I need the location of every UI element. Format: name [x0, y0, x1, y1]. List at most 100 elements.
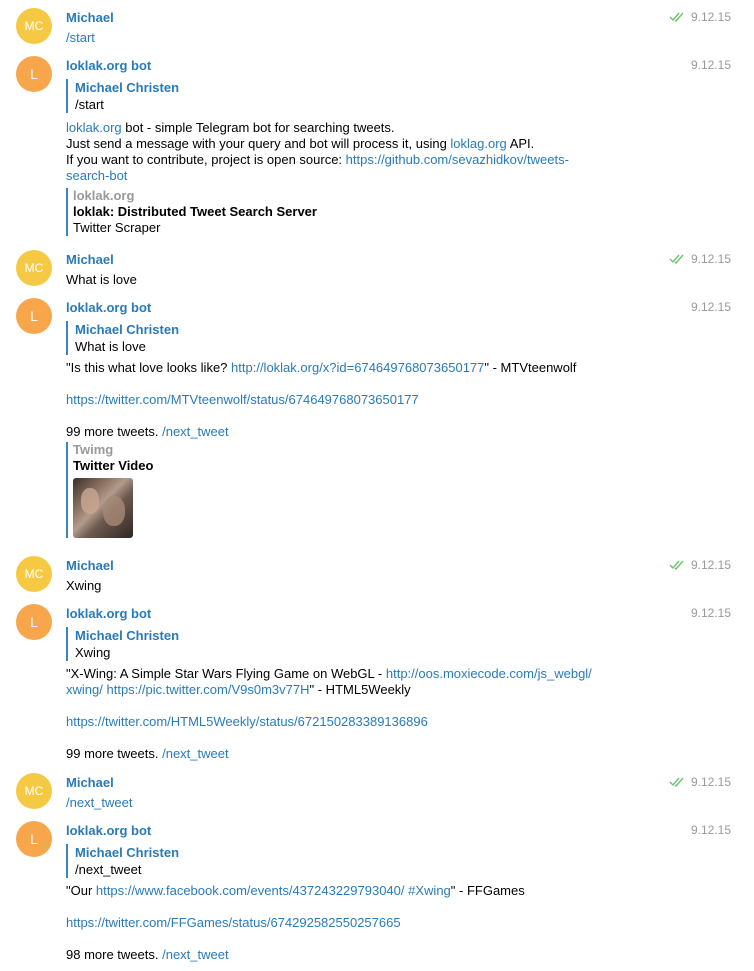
timestamp: 9.12.15	[690, 606, 731, 620]
message-text: loklak.org bot - simple Telegram bot for…	[66, 120, 626, 184]
avatar[interactable]: L	[16, 298, 52, 334]
double-check-icon	[669, 777, 684, 787]
text: 99 more tweets.	[66, 424, 163, 439]
text: " - HTML5Weekly	[309, 682, 411, 697]
message-bot-xwing: L loklak.org bot Michael Christen Xwing …	[0, 596, 754, 764]
message-bot-start: L loklak.org bot Michael Christen /start…	[0, 48, 754, 244]
reply-text: Xwing	[75, 645, 111, 660]
link[interactable]: loklag.org	[450, 136, 506, 151]
text: If you want to contribute, project is op…	[66, 152, 346, 167]
sender-name[interactable]: loklak.org bot	[66, 605, 626, 622]
sender-name[interactable]: Michael	[66, 9, 626, 26]
text: " - MTVteenwolf	[484, 360, 577, 375]
link[interactable]: https://www.facebook.com/events/43724322…	[96, 883, 405, 898]
avatar[interactable]: MC	[16, 8, 52, 44]
message-time: 9.12.15	[669, 557, 731, 573]
message-michael-xwing: MC Michael Xwing 9.12.15	[0, 548, 754, 596]
message-bot-next-tweet: L loklak.org bot Michael Christen /next_…	[0, 813, 754, 971]
reply-text: What is love	[75, 339, 146, 354]
link[interactable]: http://oos.moxiecode.com/js_webgl/	[386, 666, 592, 681]
double-check-icon	[669, 560, 684, 570]
hashtag-link[interactable]: #Xwing	[408, 883, 451, 898]
timestamp: 9.12.15	[690, 823, 731, 837]
reply-author: Michael Christen	[75, 322, 180, 337]
message-michael-what-is-love: MC Michael What is love 9.12.15	[0, 242, 754, 290]
message-michael-start: MC Michael /start 9.12.15	[0, 0, 754, 48]
sender-name[interactable]: Michael	[66, 774, 626, 791]
sender-name[interactable]: loklak.org bot	[66, 299, 626, 316]
tweet-text: "Our https://www.facebook.com/events/437…	[66, 883, 626, 899]
next-tweet-link[interactable]: /next_tweet	[162, 947, 229, 962]
message-time: 9.12.15	[669, 9, 731, 25]
reply-quote[interactable]: Michael Christen Xwing	[66, 627, 626, 661]
double-check-icon	[669, 254, 684, 264]
pic-link[interactable]: https://pic.twitter.com/V9s0m3v77H	[106, 682, 309, 697]
next-tweet-link[interactable]: /next_tweet	[162, 746, 229, 761]
text: "X-Wing: A Simple Star Wars Flying Game …	[66, 666, 386, 681]
preview-title: Twitter Video	[73, 458, 154, 473]
message-time: 9.12.15	[669, 251, 731, 267]
tweet-text: "Is this what love looks like? http://lo…	[66, 360, 626, 376]
sender-name[interactable]: Michael	[66, 251, 626, 268]
reply-author: Michael Christen	[75, 80, 180, 95]
text: 98 more tweets.	[66, 947, 163, 962]
avatar[interactable]: MC	[16, 250, 52, 286]
text: Just send a message with your query and …	[66, 136, 451, 151]
reply-author: Michael Christen	[75, 628, 180, 643]
message-time: 9.12.15	[691, 299, 731, 315]
timestamp: 9.12.15	[690, 775, 731, 789]
tweet-status-link[interactable]: https://twitter.com/MTVteenwolf/status/6…	[66, 392, 626, 408]
text: 99 more tweets.	[66, 746, 163, 761]
message-bot-what-is-love: L loklak.org bot Michael Christen What i…	[0, 290, 754, 548]
tweet-status-link[interactable]: https://twitter.com/FFGames/status/67429…	[66, 915, 626, 931]
message-time: 9.12.15	[691, 57, 731, 73]
more-tweets: 99 more tweets. /next_tweet	[66, 424, 626, 440]
sender-name[interactable]: loklak.org bot	[66, 822, 626, 839]
reply-text: /start	[75, 97, 104, 112]
message-text: What is love	[66, 272, 137, 287]
message-text: Xwing	[66, 578, 102, 593]
text: API.	[506, 136, 535, 151]
message-time: 9.12.15	[669, 774, 731, 790]
reply-text: /next_tweet	[75, 862, 142, 877]
avatar[interactable]: MC	[16, 556, 52, 592]
sender-name[interactable]: Michael	[66, 557, 626, 574]
timestamp: 9.12.15	[690, 558, 731, 572]
next-tweet-link[interactable]: /next_tweet	[162, 424, 229, 439]
text: bot - simple Telegram bot for searching …	[121, 120, 395, 135]
sender-name[interactable]: loklak.org bot	[66, 57, 626, 74]
bot-command-link[interactable]: /next_tweet	[66, 795, 626, 811]
reply-quote[interactable]: Michael Christen What is love	[66, 321, 626, 355]
tweet-text: "X-Wing: A Simple Star Wars Flying Game …	[66, 666, 626, 698]
text: "Is this what love looks like?	[66, 360, 232, 375]
message-michael-next-tweet: MC Michael /next_tweet 9.12.15	[0, 765, 754, 813]
double-check-icon	[669, 12, 684, 22]
more-tweets: 98 more tweets. /next_tweet	[66, 947, 626, 963]
timestamp: 9.12.15	[690, 10, 731, 24]
preview-source: Twimg	[73, 442, 114, 457]
preview-source: loklak.org	[73, 188, 135, 203]
avatar[interactable]: MC	[16, 773, 52, 809]
link[interactable]: loklak.org	[66, 120, 122, 135]
timestamp: 9.12.15	[690, 58, 731, 72]
timestamp: 9.12.15	[690, 252, 731, 266]
tweet-status-link[interactable]: https://twitter.com/HTML5Weekly/status/6…	[66, 714, 626, 730]
message-time: 9.12.15	[691, 605, 731, 621]
link[interactable]: http://loklak.org/x?id=67464976807365017…	[231, 360, 484, 375]
avatar[interactable]: L	[16, 821, 52, 857]
reply-quote[interactable]: Michael Christen /next_tweet	[66, 844, 626, 878]
reply-quote[interactable]: Michael Christen /start	[66, 79, 626, 113]
reply-author: Michael Christen	[75, 845, 180, 860]
link-preview[interactable]: Twimg Twitter Video	[66, 442, 626, 538]
bot-command-link[interactable]: /start	[66, 30, 626, 46]
more-tweets: 99 more tweets. /next_tweet	[66, 746, 626, 762]
link-preview[interactable]: loklak.org loklak: Distributed Tweet Sea…	[66, 188, 626, 236]
text: "Our	[66, 883, 96, 898]
avatar[interactable]: L	[16, 56, 52, 92]
timestamp: 9.12.15	[690, 300, 731, 314]
video-thumbnail[interactable]	[73, 478, 133, 538]
avatar[interactable]: L	[16, 604, 52, 640]
preview-description: Twitter Scraper	[73, 220, 161, 235]
link[interactable]: xwing/	[66, 682, 103, 697]
preview-title: loklak: Distributed Tweet Search Server	[73, 204, 317, 219]
